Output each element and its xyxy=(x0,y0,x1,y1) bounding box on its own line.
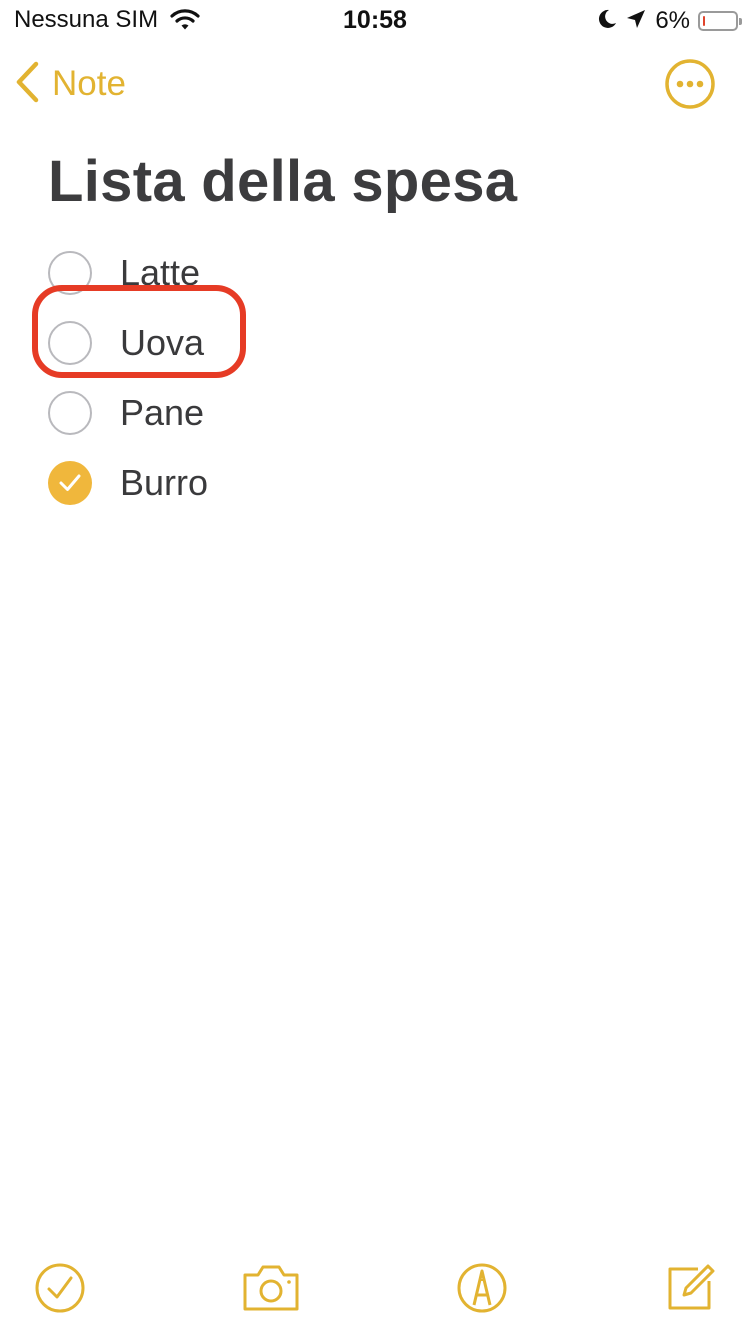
compose-icon xyxy=(662,1264,722,1322)
checklist: Latte Uova Pane Burro xyxy=(48,238,708,518)
checkbox-unchecked[interactable] xyxy=(48,251,92,295)
status-indicators: 6% xyxy=(597,7,742,35)
camera-button[interactable] xyxy=(240,1258,300,1318)
checklist-item[interactable]: Burro xyxy=(48,448,708,518)
back-button-label: Note xyxy=(52,64,126,103)
checklist-item-label[interactable]: Burro xyxy=(120,462,208,504)
back-button[interactable]: Note xyxy=(14,60,126,108)
bottom-toolbar xyxy=(0,1258,750,1324)
markup-button[interactable] xyxy=(452,1258,512,1318)
compose-button[interactable] xyxy=(662,1258,722,1318)
status-bar: Nessuna SIM 10:58 6% xyxy=(0,0,750,40)
checklist-button[interactable] xyxy=(30,1258,90,1318)
more-options-button[interactable] xyxy=(664,58,716,110)
ellipsis-circle-icon xyxy=(664,59,716,114)
checkbox-unchecked[interactable] xyxy=(48,321,92,365)
checkmark-icon xyxy=(59,474,81,491)
checklist-icon xyxy=(30,1263,90,1322)
moon-icon xyxy=(597,8,617,35)
checklist-item-label[interactable]: Pane xyxy=(120,392,204,434)
battery-percentage: 6% xyxy=(655,7,690,34)
navigation-bar: Note xyxy=(0,52,750,116)
checklist-item[interactable]: Pane xyxy=(48,378,708,448)
markup-icon xyxy=(452,1263,512,1322)
camera-icon xyxy=(240,1265,302,1322)
checklist-item-label[interactable]: Latte xyxy=(120,252,200,294)
checklist-item[interactable]: Uova xyxy=(48,308,708,378)
location-arrow-icon xyxy=(625,8,647,35)
checklist-item-label[interactable]: Uova xyxy=(120,322,204,364)
battery-icon xyxy=(698,11,742,31)
checklist-item[interactable]: Latte xyxy=(48,238,708,308)
chevron-left-icon xyxy=(14,60,40,109)
checkbox-unchecked[interactable] xyxy=(48,391,92,435)
checkbox-checked[interactable] xyxy=(48,461,92,505)
note-title[interactable]: Lista della spesa xyxy=(48,148,517,215)
